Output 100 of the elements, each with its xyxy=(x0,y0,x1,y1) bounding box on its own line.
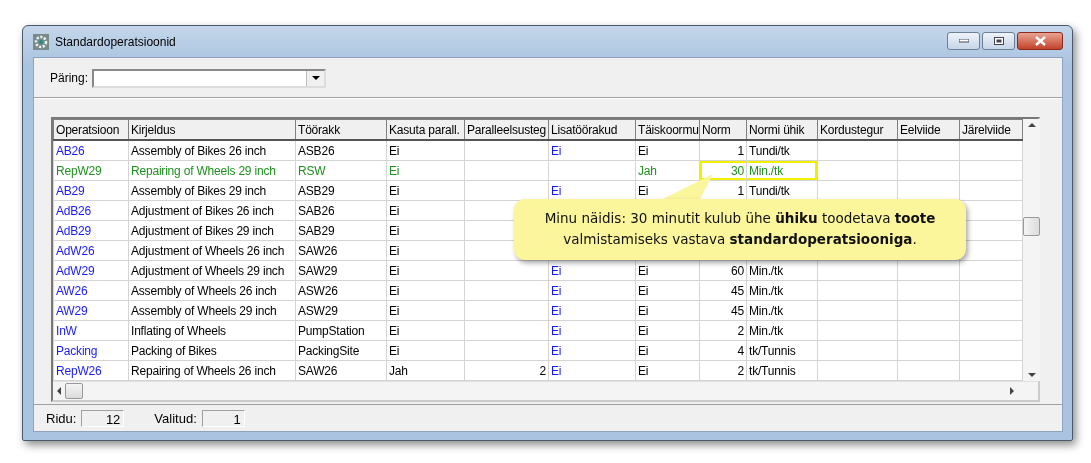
table-cell: Min./tk xyxy=(749,163,783,178)
table-cell: Min./tk xyxy=(749,303,783,318)
table-cell: Ei xyxy=(638,303,649,318)
table-cell: 2 xyxy=(737,323,744,338)
table-cell: SAW29 xyxy=(298,263,338,278)
link-cell[interactable]: Ei xyxy=(551,283,562,298)
table-cell: PackingSite xyxy=(298,343,360,358)
close-icon xyxy=(1034,36,1046,46)
link-cell[interactable]: Ei xyxy=(551,263,562,278)
column-header[interactable]: Täiskoormu xyxy=(635,119,700,140)
table-cell: SAB29 xyxy=(298,223,335,238)
table-cell: Adjustment of Wheels 29 inch xyxy=(131,263,285,278)
maximize-button[interactable] xyxy=(982,32,1015,50)
rows-label: Ridu: xyxy=(46,411,77,426)
column-header[interactable]: Kirjeldus xyxy=(128,119,296,140)
table-cell: Ei xyxy=(638,343,649,358)
window-title: Standardoperatsioonid xyxy=(55,34,176,49)
table-cell: Assembly of Wheels 29 inch xyxy=(131,303,277,318)
scrollbar-thumb[interactable] xyxy=(65,383,83,399)
column-header[interactable]: Kasuta parall. xyxy=(386,119,465,140)
table-cell: Ei xyxy=(389,263,400,278)
table-cell: Ei xyxy=(389,243,400,258)
rows-count: 12 xyxy=(81,410,125,427)
table-cell: SAB26 xyxy=(298,203,335,218)
table-cell: Min./tk xyxy=(749,263,783,278)
scroll-right-icon[interactable] xyxy=(1010,387,1014,395)
column-header[interactable]: Järelviide xyxy=(959,119,1023,140)
table-cell: Ei xyxy=(638,323,649,338)
gear-icon xyxy=(33,33,49,50)
table-cell: Adjustment of Bikes 29 inch xyxy=(131,223,274,238)
table-cell: tk/Tunnis xyxy=(749,343,796,358)
table-cell: Tundi/tk xyxy=(749,143,790,158)
maximize-icon xyxy=(993,37,1004,45)
link-cell[interactable]: Ei xyxy=(551,343,562,358)
table-cell: Assembly of Bikes 26 inch xyxy=(131,143,267,158)
table-cell: Tundi/tk xyxy=(749,183,790,198)
horizontal-scrollbar[interactable] xyxy=(53,381,1038,400)
table-cell: Min./tk xyxy=(749,283,783,298)
dropdown-arrow-icon xyxy=(311,76,320,80)
scrollbar-thumb[interactable] xyxy=(1023,217,1040,236)
table-cell: Ei xyxy=(389,183,400,198)
table-cell: Ei xyxy=(638,363,649,378)
link-cell[interactable]: Ei xyxy=(551,183,562,198)
link-cell[interactable]: Ei xyxy=(551,303,562,318)
link-cell[interactable]: InW xyxy=(56,323,77,338)
close-button[interactable] xyxy=(1017,32,1063,50)
table-cell: Ei xyxy=(389,343,400,358)
table-cell: Packing of Bikes xyxy=(131,343,217,358)
column-header[interactable]: Normi ühik xyxy=(746,119,818,140)
table-cell: Ei xyxy=(389,163,400,178)
column-header[interactable]: Paralleelsusteg xyxy=(464,119,549,140)
table-cell: Ei xyxy=(389,223,400,238)
selected-label: Valitud: xyxy=(154,411,197,426)
table-cell: tk/Tunnis xyxy=(749,363,796,378)
table-cell: Adjustment of Bikes 26 inch xyxy=(131,203,274,218)
scroll-up-icon[interactable] xyxy=(1027,123,1036,127)
vertical-scrollbar[interactable] xyxy=(1023,119,1040,381)
table-cell: SAW26 xyxy=(298,243,338,258)
table-cell: Adjustment of Wheels 26 inch xyxy=(131,243,285,258)
table-cell: ASW29 xyxy=(298,303,338,318)
table-cell: Ei xyxy=(638,283,649,298)
column-header[interactable]: Töörakk xyxy=(295,119,387,140)
table-cell: 1 xyxy=(737,183,744,198)
table-cell: ASW26 xyxy=(298,283,338,298)
column-header[interactable]: Lisatöörakud xyxy=(548,119,636,140)
link-cell[interactable]: Ei xyxy=(551,363,562,378)
scroll-left-icon[interactable] xyxy=(57,387,61,395)
table-cell: Ei xyxy=(389,143,400,158)
table-cell: Inflating of Wheels xyxy=(131,323,226,338)
table-cell: Ei xyxy=(389,283,400,298)
table-cell: 45 xyxy=(731,303,744,318)
minimize-button[interactable] xyxy=(947,32,980,50)
selected-count: 1 xyxy=(201,410,245,427)
column-header[interactable]: Eelviide xyxy=(897,119,960,140)
table-cell: 1 xyxy=(737,143,744,158)
link-cell[interactable]: Ei xyxy=(551,143,562,158)
table-cell: 2 xyxy=(539,363,546,378)
table-cell: Ei xyxy=(638,183,649,198)
table-cell: Ei xyxy=(389,203,400,218)
table-cell: Ei xyxy=(638,143,649,158)
table-cell: RSW xyxy=(298,163,326,178)
table-cell: Ei xyxy=(389,323,400,338)
table-cell: Repairing of Wheels 26 inch xyxy=(131,363,276,378)
table-cell: 4 xyxy=(737,343,744,358)
table-cell: Jah xyxy=(389,363,408,378)
column-header[interactable]: Kordustegur xyxy=(817,119,898,140)
table-cell: 60 xyxy=(731,263,744,278)
table-cell: PumpStation xyxy=(298,323,365,338)
table-cell: Jah xyxy=(638,163,657,178)
table-cell: 45 xyxy=(731,283,744,298)
table-cell: Ei xyxy=(638,263,649,278)
column-header[interactable]: Operatsioon xyxy=(53,119,129,140)
link-cell[interactable]: Ei xyxy=(551,323,562,338)
table-cell: Assembly of Bikes 29 inch xyxy=(131,183,267,198)
table-cell: ASB26 xyxy=(298,143,335,158)
scroll-down-icon[interactable] xyxy=(1027,373,1036,377)
minimize-icon xyxy=(958,39,969,43)
table-cell: Assembly of Wheels 26 inch xyxy=(131,283,277,298)
query-dropdown[interactable] xyxy=(92,68,327,88)
column-header[interactable]: Norm xyxy=(699,119,747,140)
